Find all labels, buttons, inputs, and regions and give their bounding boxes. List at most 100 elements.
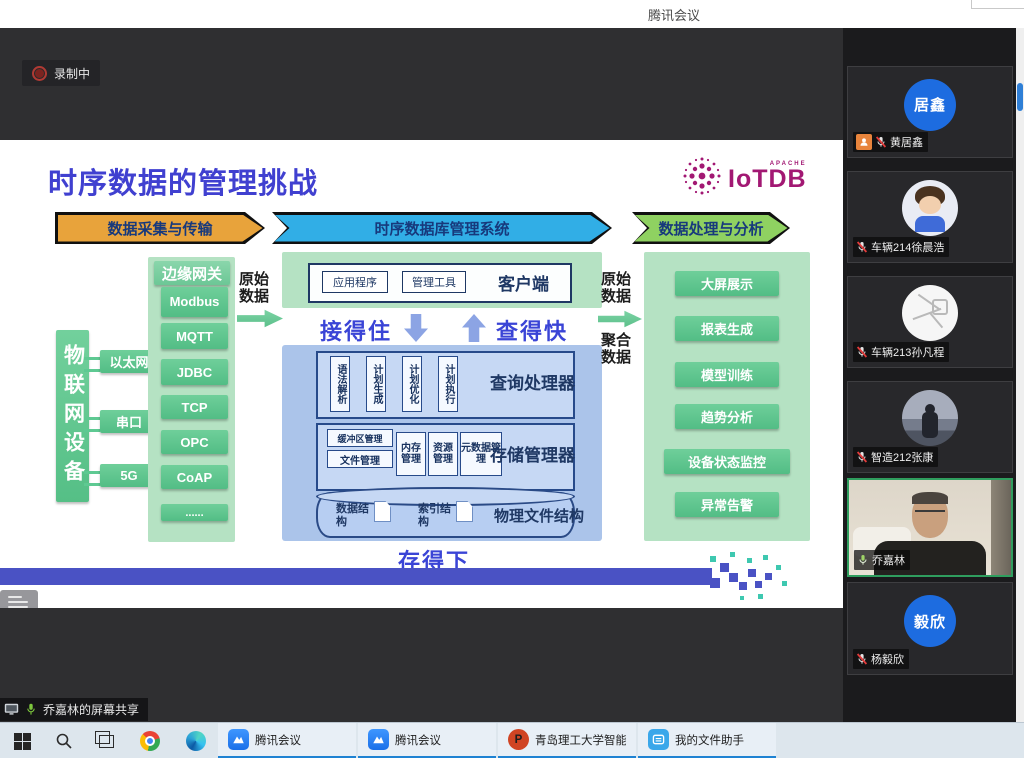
sm-file: 文件管理 (327, 450, 393, 468)
query-phrase: 查得快 (496, 314, 568, 346)
app-trend: 趋势分析 (675, 404, 779, 429)
taskbar-app-meeting-1[interactable]: 腾讯会议 (218, 723, 356, 758)
app-monitor: 设备状态监控 (664, 449, 790, 474)
meeting-window: 录制中 时序数据的管理挑战 (0, 28, 1024, 722)
taskbar: 腾讯会议 腾讯会议 P 青岛理工大学智能... 我的文件助手 (0, 722, 1024, 758)
protocol-jdbc: JDBC (161, 359, 228, 385)
database-panel: 语法解析 计划生成 计划优化 计划执行 查询处理器 缓冲区管理 文件管理 内存管… (282, 345, 602, 541)
taskbar-app-meeting-2[interactable]: 腾讯会议 (358, 723, 496, 758)
search-icon (55, 732, 73, 750)
mic-muted-icon (856, 653, 868, 665)
participant-tile[interactable]: 车辆213孙凡程 (847, 276, 1013, 368)
window-titlebar: 腾讯会议 (0, 0, 1024, 28)
protocol-tcp: TCP (161, 395, 228, 419)
participant-tile[interactable]: 车辆214徐晨浩 (847, 171, 1013, 263)
recording-label: 录制中 (54, 65, 90, 82)
shared-slide: 时序数据的管理挑战 (0, 140, 843, 608)
participant-tile[interactable]: 居鑫 黄居鑫 (847, 66, 1013, 158)
mic-on-icon (25, 703, 37, 716)
stage-database-label: 时序数据库管理系统 (275, 215, 610, 242)
protocol-mqtt: MQTT (161, 323, 228, 349)
avatar: 毅欣 (904, 595, 956, 647)
query-processor-label: 查询处理器 (490, 369, 575, 394)
slide-title: 时序数据的管理挑战 (48, 160, 318, 202)
step-plan: 计划生成 (366, 356, 386, 412)
mic-muted-icon (856, 346, 868, 358)
taskbar-app-file-assistant[interactable]: 我的文件助手 (638, 723, 776, 758)
participant-name-tag: 乔嘉林 (854, 550, 910, 570)
protocol-more: ...... (161, 504, 228, 521)
task-view-button[interactable] (86, 723, 126, 758)
iotdb-dots-icon (680, 154, 724, 198)
participant-name-tag: 杨毅欣 (853, 649, 909, 669)
ingest-phrase: 接得住 (320, 314, 392, 346)
index-structure-label: 索引结构 (418, 503, 452, 529)
task-view-icon (99, 735, 114, 748)
file-assistant-icon (648, 729, 669, 750)
stage-collect: 数据采集与传输 (55, 212, 265, 244)
mic-muted-icon (875, 136, 887, 148)
sm-buffer: 缓冲区管理 (327, 429, 393, 447)
step-parse: 语法解析 (330, 356, 350, 412)
flow-arrow-right-icon (598, 310, 642, 328)
physical-structure-label: 物理文件结构 (494, 505, 584, 526)
scrollbar-thumb[interactable] (1017, 83, 1023, 111)
taskbar-app-powerpoint[interactable]: P 青岛理工大学智能... (498, 723, 636, 758)
sm-resource: 资源管理 (428, 432, 458, 476)
avatar (902, 285, 958, 341)
avatar (902, 180, 958, 236)
record-icon (32, 66, 47, 81)
host-icon (856, 134, 872, 150)
iotdb-logo: APACHE IoTDB (680, 154, 807, 198)
connector-icon (84, 471, 100, 486)
participant-name-tag: 智造212张康 (853, 447, 938, 467)
tencent-meeting-icon (368, 729, 389, 750)
arrow-down-icon (404, 314, 428, 342)
iot-devices-label: 物联网设备 (58, 344, 88, 489)
stage-analyze: 数据处理与分析 (632, 212, 790, 244)
chrome-button[interactable] (130, 723, 170, 758)
client-label: 客户端 (498, 270, 549, 295)
participant-name-tag: 车辆213孙凡程 (853, 342, 949, 362)
desktop: 腾讯会议 录制中 时序数据的管理挑战 (0, 0, 1024, 758)
app-training: 模型训练 (675, 362, 779, 387)
pixel-mosaic (698, 550, 794, 602)
connector-icon (84, 417, 100, 432)
search-button[interactable] (44, 723, 84, 758)
data-structure-label: 数据结构 (336, 503, 370, 529)
client-tool-box: 管理工具 (402, 271, 466, 293)
stage-collect-label: 数据采集与传输 (58, 215, 263, 242)
participant-tile[interactable]: 毅欣 杨毅欣 (847, 582, 1013, 675)
participant-tile-video[interactable]: 乔嘉林 (847, 478, 1013, 577)
screen-share-icon (4, 703, 19, 716)
sidebar-scrollbar[interactable] (1016, 28, 1024, 722)
mic-muted-icon (856, 241, 868, 253)
edge-icon (186, 731, 206, 751)
edge-gateway-title: 边缘网关 (154, 261, 230, 285)
avatar: 居鑫 (904, 79, 956, 131)
stage-database: 时序数据库管理系统 (272, 212, 612, 244)
slide-notes-button[interactable] (0, 590, 38, 608)
window-title: 腾讯会议 (648, 5, 700, 24)
storage-manager-label: 存储管理器 (490, 441, 575, 466)
tencent-meeting-icon (228, 729, 249, 750)
step-optimize: 计划优化 (402, 356, 422, 412)
step-execute: 计划执行 (438, 356, 458, 412)
recording-badge: 录制中 (22, 60, 100, 86)
protocol-coap: CoAP (161, 465, 228, 489)
start-button[interactable] (2, 723, 42, 758)
logo-name-label: IoTDB (728, 167, 807, 192)
participant-tile[interactable]: 智造212张康 (847, 381, 1013, 473)
app-dashboard: 大屏展示 (675, 271, 779, 296)
app-alert: 异常告警 (675, 492, 779, 517)
edge-button[interactable] (176, 723, 216, 758)
bottom-bar (0, 568, 712, 585)
participant-name-tag: 车辆214徐晨浩 (853, 237, 949, 257)
powerpoint-icon: P (508, 729, 529, 750)
window-control-fragment (971, 0, 1024, 9)
agg-data-label: 聚合数据 (601, 332, 635, 367)
arrow-up-icon (462, 314, 486, 342)
raw-data-left-label: 原始数据 (239, 271, 273, 306)
app-report: 报表生成 (675, 316, 779, 341)
mic-on-icon (857, 554, 869, 566)
